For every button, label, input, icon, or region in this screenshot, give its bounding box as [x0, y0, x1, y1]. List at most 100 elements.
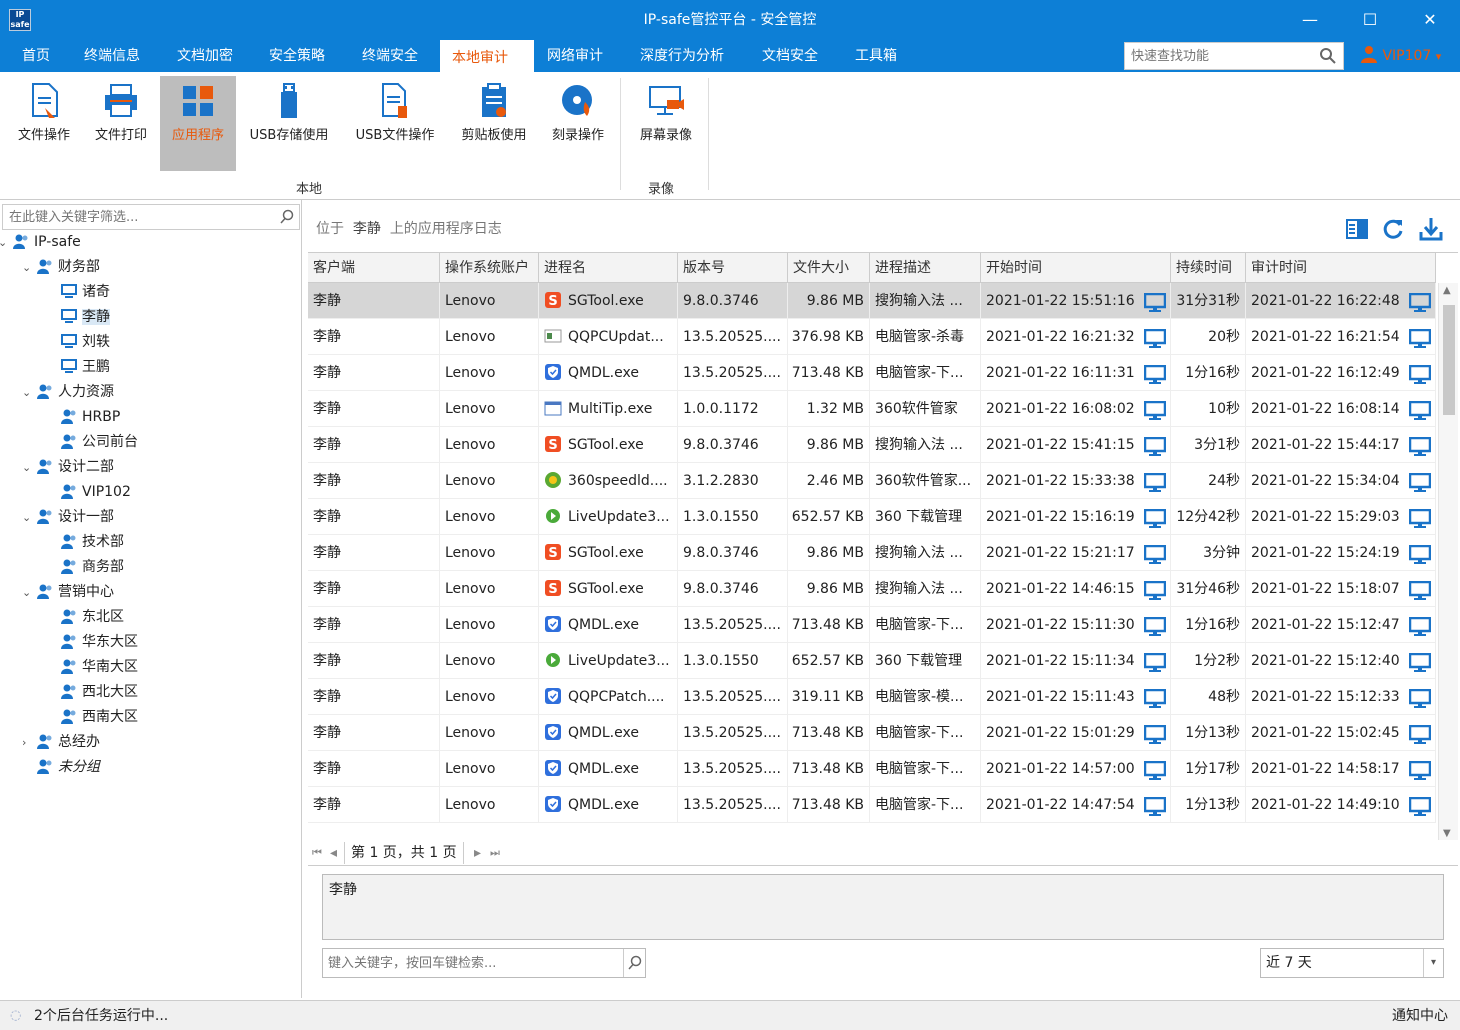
monitor-icon[interactable]	[1408, 544, 1432, 565]
table-row[interactable]: 李静 Lenovo QQPCUpdat... 13.5.20525.... 376.98…	[308, 319, 1436, 355]
monitor-button[interactable]	[1143, 291, 1167, 319]
monitor-button[interactable]	[1143, 759, 1167, 787]
ribbon-clipboard[interactable]: 剪贴板使用	[454, 76, 534, 171]
menu-home[interactable]: 首页	[10, 40, 62, 72]
tree-node[interactable]: 西北大区	[46, 680, 138, 705]
monitor-icon[interactable]	[1143, 472, 1167, 493]
ribbon-screen-record[interactable]: 屏幕录像	[628, 76, 704, 171]
table-row[interactable]: 李静 Lenovo QMDL.exe 13.5.20525.... 713.48 KB 电…	[308, 715, 1436, 751]
quick-search-input[interactable]	[1125, 43, 1315, 69]
column-header[interactable]: 版本号	[678, 253, 788, 283]
monitor-icon[interactable]	[1143, 724, 1167, 745]
tree-node[interactable]: ⌄ 设计一部	[22, 505, 114, 530]
monitor-icon[interactable]	[1408, 652, 1432, 673]
monitor-icon[interactable]	[1143, 652, 1167, 673]
monitor-button[interactable]	[1143, 687, 1167, 715]
monitor-button[interactable]	[1143, 615, 1167, 643]
tree-node[interactable]: ⌄ 设计二部	[22, 455, 114, 480]
tree-node[interactable]: 技术部	[46, 530, 124, 555]
user-menu[interactable]: VIP107 ▾	[1360, 40, 1441, 72]
first-page-icon[interactable]: ⏮	[312, 840, 322, 866]
scroll-thumb[interactable]	[1443, 305, 1455, 415]
table-row[interactable]: 李静 Lenovo QMDL.exe 13.5.20525.... 713.48 KB 电…	[308, 355, 1436, 391]
scroll-up-icon[interactable]: ▲	[1443, 285, 1451, 296]
monitor-button[interactable]	[1143, 795, 1167, 823]
tree-node[interactable]: ⌄ 财务部	[22, 255, 100, 280]
table-row[interactable]: 李静 Lenovo S SGTool.exe 9.8.0.3746 9.86 MB 搜狗输入…	[308, 283, 1436, 319]
tree-node[interactable]: 李静	[46, 305, 110, 330]
tree-node[interactable]: 刘轶	[46, 330, 110, 355]
ribbon-burn[interactable]: 刻录操作	[540, 76, 616, 171]
monitor-icon[interactable]	[1143, 616, 1167, 637]
monitor-icon[interactable]	[1143, 580, 1167, 601]
monitor-button[interactable]	[1408, 687, 1432, 715]
minimize-button[interactable]: —	[1280, 0, 1340, 40]
column-header[interactable]: 进程描述	[870, 253, 981, 283]
column-header[interactable]: 审计时间	[1246, 253, 1436, 283]
tree-node[interactable]: 华东大区	[46, 630, 138, 655]
table-row[interactable]: 李静 Lenovo LiveUpdate3... 1.3.0.1550 652.57 K…	[308, 643, 1436, 679]
tree-node[interactable]: 商务部	[46, 555, 124, 580]
tree-node[interactable]: 西南大区	[46, 705, 138, 730]
next-page-icon[interactable]: ▸	[474, 840, 481, 866]
monitor-button[interactable]	[1143, 543, 1167, 571]
background-tasks[interactable]: 2个后台任务运行中...	[34, 1001, 168, 1030]
tree-node[interactable]: ⌄ 营销中心	[22, 580, 114, 605]
monitor-button[interactable]	[1143, 723, 1167, 751]
expand-toggle-icon[interactable]: ⌄	[22, 255, 36, 280]
menu-doc-security[interactable]: 文档安全	[750, 40, 830, 72]
table-row[interactable]: 李静 Lenovo 360speedld.... 3.1.2.2830 2.46 MB 3…	[308, 463, 1436, 499]
monitor-icon[interactable]	[1408, 616, 1432, 637]
column-header[interactable]: 持续时间	[1171, 253, 1246, 283]
refresh-icon[interactable]	[1380, 216, 1406, 242]
keyword-search-button[interactable]	[623, 949, 645, 977]
monitor-button[interactable]	[1143, 507, 1167, 535]
ribbon-file-operation[interactable]: 文件操作	[6, 76, 82, 171]
close-button[interactable]: ✕	[1400, 0, 1460, 40]
expand-toggle-icon[interactable]: ⌄	[22, 505, 36, 530]
tree-node[interactable]: 王鹏	[46, 355, 110, 380]
monitor-button[interactable]	[1143, 435, 1167, 463]
download-icon[interactable]	[1418, 216, 1444, 242]
table-row[interactable]: 李静 Lenovo QMDL.exe 13.5.20525.... 713.48 KB 电…	[308, 607, 1436, 643]
monitor-icon[interactable]	[1408, 688, 1432, 709]
tree-node[interactable]: 未分组	[22, 755, 100, 780]
monitor-button[interactable]	[1143, 651, 1167, 679]
menu-terminal-info[interactable]: 终端信息	[72, 40, 152, 72]
monitor-icon[interactable]	[1408, 760, 1432, 781]
search-icon[interactable]	[1319, 47, 1337, 65]
monitor-icon[interactable]	[1143, 760, 1167, 781]
menu-doc-encrypt[interactable]: 文档加密	[165, 40, 245, 72]
tree-node[interactable]: 诸奇	[46, 280, 110, 305]
tree-node[interactable]: 华南大区	[46, 655, 138, 680]
vertical-scrollbar[interactable]: ▲ ▼	[1438, 283, 1458, 840]
monitor-icon[interactable]	[1143, 688, 1167, 709]
monitor-icon[interactable]	[1408, 328, 1432, 349]
last-page-icon[interactable]: ⏭	[490, 840, 500, 866]
monitor-icon[interactable]	[1408, 472, 1432, 493]
maximize-button[interactable]: ☐	[1340, 0, 1400, 40]
monitor-button[interactable]	[1408, 507, 1432, 535]
table-row[interactable]: 李静 Lenovo QQPCPatch.... 13.5.20525.... 319.1…	[308, 679, 1436, 715]
ribbon-usb-file[interactable]: USB文件操作	[348, 76, 442, 171]
monitor-icon[interactable]	[1143, 400, 1167, 421]
column-header[interactable]: 操作系统账户	[440, 253, 539, 283]
monitor-button[interactable]	[1143, 363, 1167, 391]
column-header[interactable]: 开始时间	[981, 253, 1171, 283]
menu-behavior-analysis[interactable]: 深度行为分析	[628, 40, 736, 72]
menu-terminal-security[interactable]: 终端安全	[350, 40, 430, 72]
table-row[interactable]: 李静 Lenovo QMDL.exe 13.5.20525.... 713.48 KB 电…	[308, 787, 1436, 823]
table-row[interactable]: 李静 Lenovo S SGTool.exe 9.8.0.3746 9.86 MB 搜狗输入…	[308, 571, 1436, 607]
monitor-button[interactable]	[1408, 795, 1432, 823]
monitor-button[interactable]	[1408, 327, 1432, 355]
menu-network-audit[interactable]: 网络审计	[535, 40, 615, 72]
scroll-down-icon[interactable]: ▼	[1443, 828, 1451, 839]
monitor-button[interactable]	[1408, 615, 1432, 643]
table-row[interactable]: 李静 Lenovo QMDL.exe 13.5.20525.... 713.48 KB 电…	[308, 751, 1436, 787]
chevron-down-icon[interactable]: ▾	[1423, 949, 1443, 977]
monitor-button[interactable]	[1408, 759, 1432, 787]
table-row[interactable]: 李静 Lenovo MultiTip.exe 1.0.0.1172 1.32 MB 360…	[308, 391, 1436, 427]
expand-toggle-icon[interactable]: ⌄	[22, 580, 36, 605]
column-layout-icon[interactable]	[1344, 216, 1370, 242]
expand-toggle-icon[interactable]: ›	[22, 730, 36, 755]
